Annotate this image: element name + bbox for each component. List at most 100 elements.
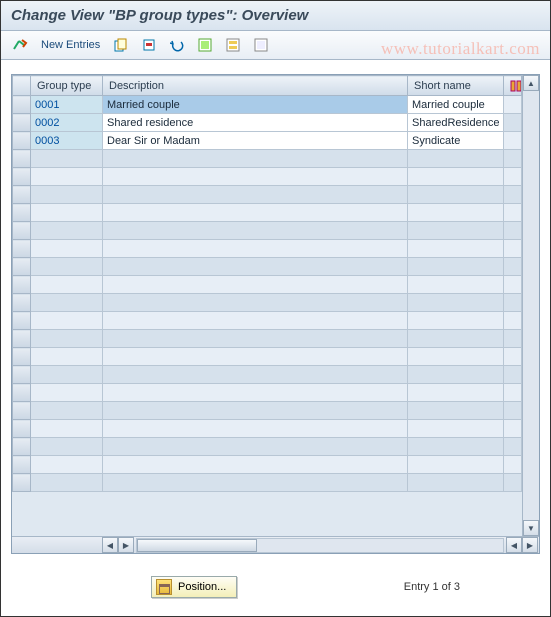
vertical-scrollbar[interactable]: ▲ ▼: [522, 75, 539, 536]
table-row[interactable]: 0002Shared residenceSharedResidence: [13, 114, 522, 132]
row-selector[interactable]: [13, 312, 31, 330]
cell-empty[interactable]: [31, 150, 103, 168]
cell-empty[interactable]: [103, 150, 408, 168]
table-config-icon[interactable]: [504, 76, 522, 96]
row-selector[interactable]: [13, 168, 31, 186]
row-selector[interactable]: [13, 294, 31, 312]
cell-description[interactable]: Married couple: [103, 96, 408, 114]
row-selector[interactable]: [13, 132, 31, 150]
cell-empty[interactable]: [31, 186, 103, 204]
cell-empty[interactable]: [504, 366, 522, 384]
cell-empty[interactable]: [408, 420, 504, 438]
cell-empty[interactable]: [103, 258, 408, 276]
cell-empty[interactable]: [31, 240, 103, 258]
cell-empty[interactable]: [504, 276, 522, 294]
row-selector[interactable]: [13, 240, 31, 258]
cell-empty[interactable]: [504, 222, 522, 240]
cell-empty[interactable]: [31, 258, 103, 276]
cell-empty[interactable]: [408, 402, 504, 420]
cell-empty[interactable]: [408, 438, 504, 456]
cell-empty[interactable]: [504, 258, 522, 276]
cell-empty[interactable]: [31, 330, 103, 348]
cell-empty[interactable]: [103, 438, 408, 456]
row-selector[interactable]: [13, 150, 31, 168]
cell-empty[interactable]: [408, 384, 504, 402]
cell-empty[interactable]: [31, 366, 103, 384]
table-row-empty[interactable]: [13, 420, 522, 438]
row-selector[interactable]: [13, 384, 31, 402]
cell-empty[interactable]: [408, 456, 504, 474]
table-row-empty[interactable]: [13, 276, 522, 294]
cell-empty[interactable]: [504, 150, 522, 168]
row-selector[interactable]: [13, 420, 31, 438]
row-selector[interactable]: [13, 222, 31, 240]
table-row[interactable]: 0001Married coupleMarried couple: [13, 96, 522, 114]
cell-empty[interactable]: [408, 276, 504, 294]
cell-empty[interactable]: [504, 348, 522, 366]
undo-icon[interactable]: [166, 35, 188, 55]
cell-empty[interactable]: [408, 312, 504, 330]
cell-empty[interactable]: [103, 366, 408, 384]
cell-empty[interactable]: [103, 186, 408, 204]
cell-empty[interactable]: [31, 420, 103, 438]
cell-empty[interactable]: [504, 294, 522, 312]
row-selector[interactable]: [13, 114, 31, 132]
cell-description[interactable]: Shared residence: [103, 114, 408, 132]
cell-empty[interactable]: [504, 438, 522, 456]
cell-empty[interactable]: [103, 294, 408, 312]
cell-empty[interactable]: [408, 366, 504, 384]
row-selector[interactable]: [13, 348, 31, 366]
cell-empty[interactable]: [31, 294, 103, 312]
col-description[interactable]: Description: [103, 76, 408, 96]
cell-empty[interactable]: [103, 330, 408, 348]
cell-short-name[interactable]: Married couple: [408, 96, 504, 114]
col-group-type[interactable]: Group type: [31, 76, 103, 96]
scroll-right2-icon[interactable]: ▶: [522, 537, 538, 553]
cell-empty[interactable]: [504, 168, 522, 186]
cell-empty[interactable]: [504, 384, 522, 402]
row-selector[interactable]: [13, 330, 31, 348]
table-row-empty[interactable]: [13, 402, 522, 420]
cell-empty[interactable]: [31, 474, 103, 492]
cell-empty[interactable]: [103, 456, 408, 474]
cell-empty[interactable]: [504, 330, 522, 348]
row-selector[interactable]: [13, 96, 31, 114]
table-row-empty[interactable]: [13, 204, 522, 222]
table-row-empty[interactable]: [13, 150, 522, 168]
cell-empty[interactable]: [31, 348, 103, 366]
table-row-empty[interactable]: [13, 186, 522, 204]
row-selector[interactable]: [13, 366, 31, 384]
cell-empty[interactable]: [408, 348, 504, 366]
cell-empty[interactable]: [31, 204, 103, 222]
cell-empty[interactable]: [31, 276, 103, 294]
scroll-left-icon[interactable]: ◀: [102, 537, 118, 553]
cell-empty[interactable]: [408, 330, 504, 348]
cell-short-name[interactable]: SharedResidence: [408, 114, 504, 132]
table-row-empty[interactable]: [13, 474, 522, 492]
row-selector[interactable]: [13, 186, 31, 204]
row-selector[interactable]: [13, 258, 31, 276]
row-selector[interactable]: [13, 474, 31, 492]
deselect-all-icon[interactable]: [250, 35, 272, 55]
copy-icon[interactable]: [110, 35, 132, 55]
cell-description[interactable]: Dear Sir or Madam: [103, 132, 408, 150]
row-selector[interactable]: [13, 456, 31, 474]
row-selector[interactable]: [13, 438, 31, 456]
cell-empty[interactable]: [31, 384, 103, 402]
cell-empty[interactable]: [103, 222, 408, 240]
cell-empty[interactable]: [31, 312, 103, 330]
cell-empty[interactable]: [31, 222, 103, 240]
cell-empty[interactable]: [504, 186, 522, 204]
cell-empty[interactable]: [408, 150, 504, 168]
toggle-icon[interactable]: [9, 35, 31, 55]
select-all-icon[interactable]: [194, 35, 216, 55]
cell-empty[interactable]: [103, 474, 408, 492]
cell-group-type[interactable]: 0001: [31, 96, 103, 114]
horizontal-scrollbar[interactable]: ◀ ▶ ◀ ▶: [12, 536, 539, 553]
new-entries-button[interactable]: New Entries: [37, 39, 104, 51]
cell-empty[interactable]: [504, 240, 522, 258]
table-row[interactable]: 0003Dear Sir or MadamSyndicate: [13, 132, 522, 150]
cell-empty[interactable]: [103, 276, 408, 294]
cell-empty[interactable]: [103, 312, 408, 330]
scroll-left2-icon[interactable]: ◀: [506, 537, 522, 553]
